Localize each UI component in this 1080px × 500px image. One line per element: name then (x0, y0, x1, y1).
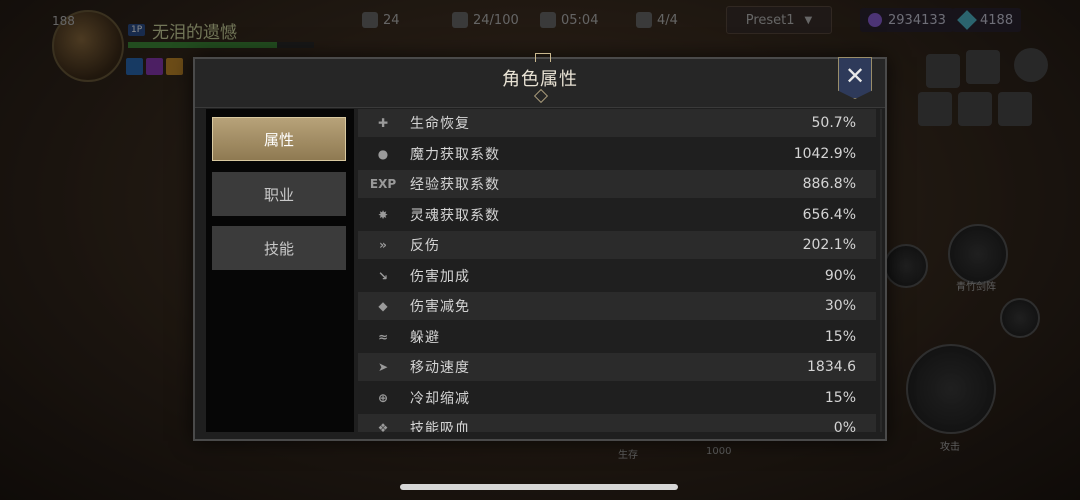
stat-value: 0% (833, 420, 856, 432)
close-icon: ✕ (844, 62, 866, 90)
damage-up-icon: ↘ (377, 268, 389, 283)
stat-label: 魔力获取系数 (410, 146, 500, 163)
stat-value: 886.8% (802, 176, 856, 192)
stats-scrollbar[interactable] (880, 109, 882, 432)
home-indicator[interactable] (400, 484, 678, 490)
stat-label: 伤害加成 (410, 268, 470, 285)
tab-skills[interactable]: 技能 (212, 226, 346, 270)
stat-label: 躲避 (410, 329, 440, 346)
stat-row: ❖ 技能吸血 0% (358, 414, 876, 432)
stat-row: EXP 经验获取系数 886.8% (358, 170, 876, 198)
stat-row: » 反伤 202.1% (358, 231, 876, 259)
stat-value: 656.4% (802, 206, 856, 223)
stat-value: 30% (824, 298, 856, 314)
stat-label: 冷却缩减 (410, 390, 470, 407)
stat-row: ◆ 伤害减免 30% (358, 292, 876, 320)
reflect-icon: » (379, 238, 387, 252)
stat-value: 202.1% (802, 237, 856, 253)
stat-row: ● 魔力获取系数 1042.9% (358, 139, 876, 168)
stat-row: ⊕ 冷却缩减 15% (358, 383, 876, 412)
tab-panel: 属性 职业 技能 (206, 109, 354, 432)
stat-value: 1834.6 (807, 359, 856, 375)
tab-profession[interactable]: 职业 (212, 172, 346, 216)
lifesteal-icon: ❖ (377, 421, 389, 432)
stat-row: ↘ 伤害加成 90% (358, 261, 876, 290)
dialog-title: 角色属性 (502, 69, 578, 90)
stat-value: 15% (824, 328, 856, 345)
stat-label: 经验获取系数 (410, 177, 500, 193)
stat-label: 反伤 (410, 238, 440, 254)
stat-row: ✸ 灵魂获取系数 656.4% (358, 200, 876, 229)
stat-label: 生命恢复 (410, 116, 470, 132)
dodge-icon: ≈ (377, 329, 389, 344)
stat-value: 50.7% (811, 115, 856, 131)
stat-value: 1042.9% (793, 145, 856, 162)
boot-icon: ➤ (377, 360, 389, 374)
stat-value: 15% (824, 389, 856, 406)
title-ornament-icon (535, 53, 551, 62)
stat-value: 90% (824, 267, 856, 284)
cooldown-icon: ⊕ (377, 390, 389, 405)
stat-row: ➤ 移动速度 1834.6 (358, 353, 876, 381)
stat-label: 灵魂获取系数 (410, 207, 500, 224)
stats-list[interactable]: ✚ 生命恢复 50.7% ● 魔力获取系数 1042.9% EXP 经验获取系数 886.8% ✸… (358, 109, 878, 432)
soul-icon: ✸ (377, 207, 389, 222)
stat-label: 技能吸血 (410, 421, 470, 432)
stat-label: 移动速度 (410, 360, 470, 376)
stat-row: ✚ 生命恢复 50.7% (358, 109, 876, 137)
dialog-header: 角色属性 (195, 53, 885, 108)
stat-label: 伤害减免 (410, 299, 470, 315)
close-button[interactable]: ✕ (838, 57, 872, 99)
shield-icon: ◆ (378, 299, 388, 313)
character-attributes-dialog: 角色属性 ✕ 属性 职业 技能 ✚ 生命恢复 50.7% ● 魔力获取系数 1042.9%… (193, 53, 887, 441)
tab-attributes[interactable]: 属性 (212, 117, 346, 161)
stat-row: ≈ 躲避 15% (358, 322, 876, 351)
exp-icon: EXP (369, 177, 397, 191)
bomb-icon: ● (377, 146, 389, 161)
heal-icon: ✚ (377, 116, 389, 130)
title-ornament-icon (519, 93, 563, 99)
